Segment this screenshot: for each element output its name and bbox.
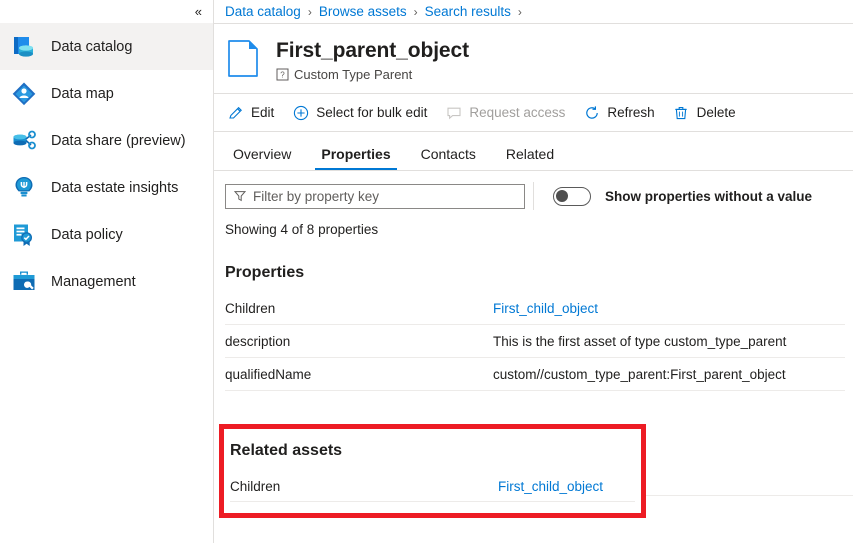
data-catalog-icon: [9, 32, 39, 62]
related-assets-table: Children First_child_object: [230, 471, 641, 502]
related-asset-value-link[interactable]: First_child_object: [498, 479, 603, 494]
breadcrumb-item-data-catalog[interactable]: Data catalog: [225, 4, 301, 19]
sidebar-nav: Data catalog Data map Data share (previe…: [0, 23, 213, 305]
asset-header-texts: First_parent_object ? Custom Type Parent: [276, 37, 469, 82]
related-asset-key: Children: [230, 478, 281, 494]
tab-bar: Overview Properties Contacts Related: [214, 132, 853, 170]
delete-button[interactable]: Delete: [673, 99, 736, 127]
related-row-separator-extension: [646, 495, 853, 496]
main-content: Data catalog › Browse assets › Search re…: [214, 0, 853, 543]
show-properties-toggle-label: Show properties without a value: [605, 188, 813, 204]
page-title: First_parent_object: [276, 39, 469, 62]
breadcrumb-separator-icon: ›: [307, 4, 312, 19]
select-for-bulk-edit-button[interactable]: Select for bulk edit: [292, 99, 427, 127]
sidebar: « Data catalog Data map Data share (prev…: [0, 0, 214, 543]
data-share-icon: [9, 126, 39, 156]
show-properties-without-value-toggle[interactable]: [553, 186, 591, 206]
asset-type-label: Custom Type Parent: [294, 67, 413, 82]
property-key: description: [225, 333, 291, 349]
comment-icon: [445, 104, 462, 121]
edit-button-label: Edit: [251, 105, 275, 120]
sidebar-item-label: Data catalog: [51, 38, 133, 55]
sidebar-item-label: Data estate insights: [51, 179, 179, 196]
toggle-knob: [556, 190, 568, 202]
unknown-type-icon: ?: [276, 68, 289, 81]
tab-contacts[interactable]: Contacts: [415, 146, 482, 170]
refresh-button[interactable]: Refresh: [583, 99, 655, 127]
data-policy-icon: [9, 220, 39, 250]
filter-icon: [233, 190, 246, 203]
breadcrumb-separator-icon: ›: [413, 4, 418, 19]
property-value-link[interactable]: First_child_object: [493, 301, 598, 316]
sidebar-header: «: [0, 0, 213, 23]
search-input[interactable]: Filter by property key: [225, 183, 525, 209]
filter-divider: [533, 182, 534, 210]
table-row: description This is the first asset of t…: [225, 325, 845, 358]
data-estate-insights-icon: [9, 173, 39, 203]
asset-type-row: ? Custom Type Parent: [276, 67, 469, 82]
filter-row: Filter by property key Show properties w…: [214, 171, 853, 210]
breadcrumb: Data catalog › Browse assets › Search re…: [214, 0, 853, 23]
request-access-button: Request access: [445, 99, 565, 127]
breadcrumb-separator-icon: ›: [517, 4, 522, 19]
sidebar-item-data-catalog[interactable]: Data catalog: [0, 23, 213, 70]
sidebar-item-label: Management: [51, 273, 136, 290]
tab-overview[interactable]: Overview: [227, 146, 297, 170]
sidebar-item-label: Data policy: [51, 226, 123, 243]
tab-related[interactable]: Related: [500, 146, 560, 170]
show-properties-toggle-wrap: Show properties without a value: [553, 186, 813, 206]
search-input-placeholder: Filter by property key: [253, 188, 380, 204]
table-row: Children First_child_object: [225, 292, 845, 325]
sidebar-item-data-estate-insights[interactable]: Data estate insights: [0, 164, 213, 211]
app-root: « Data catalog Data map Data share (prev…: [0, 0, 853, 543]
property-key: qualifiedName: [225, 366, 312, 382]
request-access-label: Request access: [469, 105, 566, 120]
tab-properties[interactable]: Properties: [315, 146, 397, 170]
sidebar-item-data-policy[interactable]: Data policy: [0, 211, 213, 258]
sidebar-item-management[interactable]: Management: [0, 258, 213, 305]
svg-text:?: ?: [280, 71, 285, 80]
properties-section-title: Properties: [225, 264, 305, 281]
breadcrumb-item-search-results[interactable]: Search results: [425, 4, 511, 19]
related-assets-section: Related assets Children First_child_obje…: [224, 429, 641, 502]
property-value: This is the first asset of type custom_t…: [493, 333, 787, 349]
related-assets-highlight: Related assets Children First_child_obje…: [219, 424, 646, 518]
collapse-sidebar-icon[interactable]: «: [192, 3, 204, 20]
table-row: qualifiedName custom//custom_type_parent…: [225, 358, 845, 391]
plus-circle-icon: [292, 104, 309, 121]
management-icon: [9, 267, 39, 297]
related-assets-title: Related assets: [230, 442, 343, 459]
showing-count-text: Showing 4 of 8 properties: [225, 222, 379, 237]
sidebar-item-label: Data map: [51, 85, 114, 102]
edit-button[interactable]: Edit: [227, 99, 274, 127]
pencil-icon: [227, 104, 244, 121]
sidebar-item-data-share[interactable]: Data share (preview): [0, 117, 213, 164]
sidebar-item-data-map[interactable]: Data map: [0, 70, 213, 117]
delete-button-label: Delete: [696, 105, 736, 120]
related-row-separator: [230, 501, 635, 502]
data-map-icon: [9, 79, 39, 109]
trash-icon: [673, 104, 690, 121]
breadcrumb-item-browse-assets[interactable]: Browse assets: [319, 4, 407, 19]
property-value: custom//custom_type_parent:First_parent_…: [493, 366, 786, 382]
refresh-button-label: Refresh: [607, 105, 655, 120]
table-row: Children First_child_object: [230, 471, 635, 501]
sidebar-item-label: Data share (preview): [51, 132, 186, 149]
asset-header: First_parent_object ? Custom Type Parent: [214, 24, 853, 93]
refresh-icon: [583, 104, 600, 121]
select-for-bulk-edit-label: Select for bulk edit: [316, 105, 428, 120]
document-icon: [225, 38, 263, 80]
property-key: Children: [225, 300, 276, 316]
properties-table: Children First_child_object description …: [214, 292, 853, 391]
command-toolbar: Edit Select for bulk edit Request access…: [214, 94, 853, 131]
